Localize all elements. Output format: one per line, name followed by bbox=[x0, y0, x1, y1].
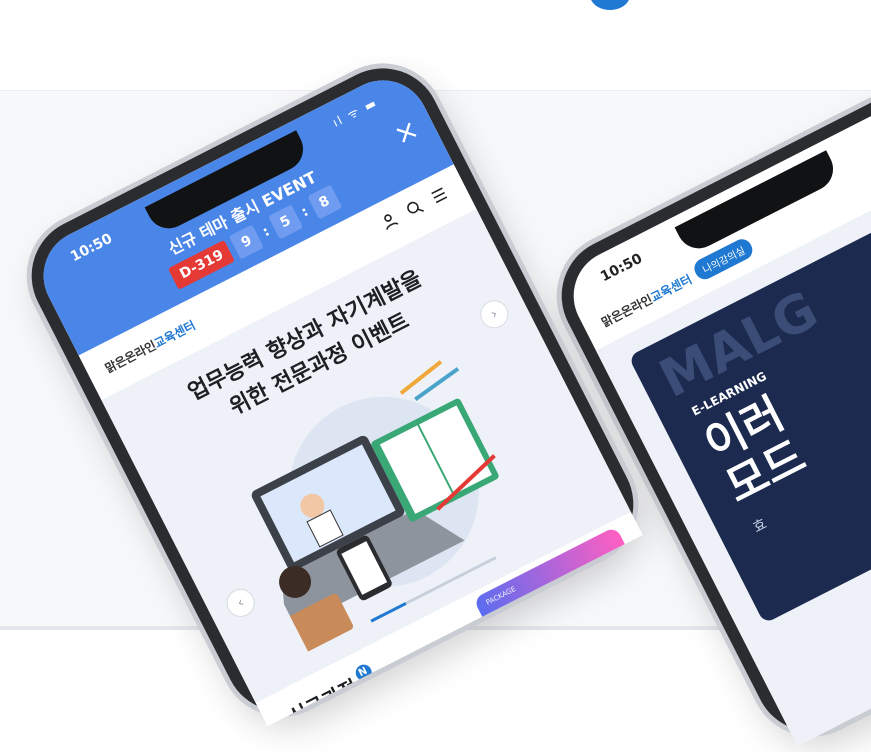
status-icons: ıl ᯤ ▬ bbox=[330, 95, 380, 130]
timer-minutes: 5 bbox=[268, 204, 304, 240]
logo-text-part1: 맑은온라인 bbox=[102, 338, 159, 376]
new-course-title-text: 신규과정 bbox=[285, 674, 362, 727]
menu-icon[interactable] bbox=[427, 183, 451, 207]
new-badge: N bbox=[352, 662, 375, 684]
banner-caption: 효 bbox=[750, 516, 770, 537]
logo-text-part2: 교육센터 bbox=[648, 272, 695, 305]
status-time: 10:50 bbox=[68, 230, 116, 266]
timer-seconds: 8 bbox=[306, 184, 342, 220]
timer-separator: : bbox=[260, 223, 273, 241]
user-icon[interactable] bbox=[377, 209, 401, 233]
chevron-left-icon[interactable]: ‹ bbox=[221, 584, 260, 622]
logo-text-part2: 교육센터 bbox=[152, 318, 198, 351]
search-icon[interactable] bbox=[402, 196, 426, 220]
chevron-right-icon[interactable]: › bbox=[475, 295, 514, 334]
timer-separator: : bbox=[298, 203, 312, 221]
timer-hours: 9 bbox=[229, 224, 265, 260]
status-time: 10:50 bbox=[598, 250, 646, 286]
page-top-band bbox=[0, 0, 871, 90]
